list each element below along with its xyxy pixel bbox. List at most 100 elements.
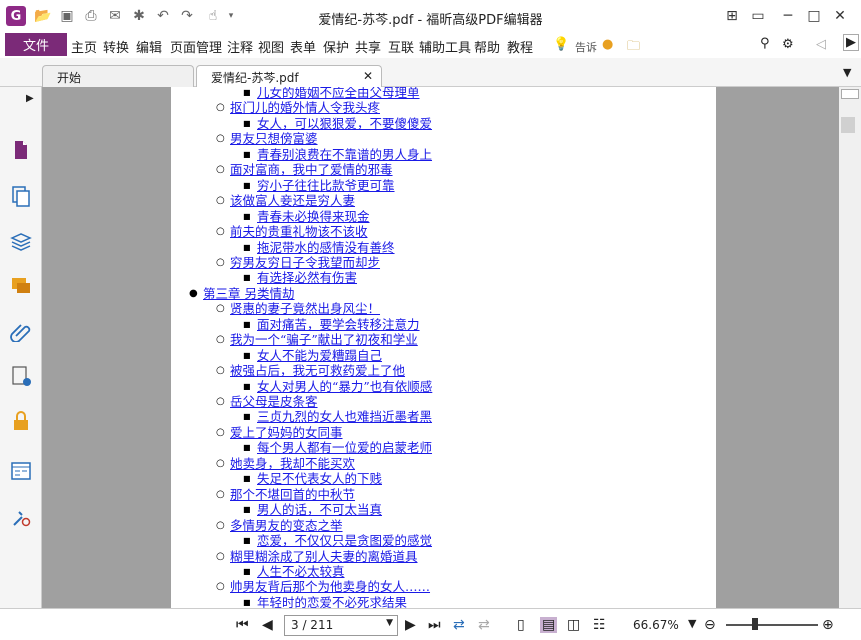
menu-share[interactable]: 共享 [355,37,381,56]
outline-link[interactable]: 多情男友的变态之举 [230,518,343,533]
outline-link[interactable]: 年轻时的恋爱不必死求结果 [257,595,407,608]
menu-comment[interactable]: 注释 [227,37,253,56]
outline-link[interactable]: 女人对男人的“暴力”也有依顺感 [257,379,432,394]
previous-view-icon[interactable]: ⇄ [453,617,465,633]
outline-link[interactable]: 有选择必然有伤害 [257,270,357,285]
maximize-icon[interactable]: □ [804,6,824,26]
menu-home[interactable]: 主页 [71,37,97,56]
search-icon[interactable]: ⚲ [760,36,770,51]
page-thumbnails-icon[interactable] [10,139,32,161]
menu-view[interactable]: 视图 [258,37,284,56]
outline-link[interactable]: 人生不必太较真 [257,564,345,579]
outline-link[interactable]: 帅男友背后那个为他卖身的女人…… [230,579,430,594]
outline-bullet: ○ [216,519,225,531]
layers-icon[interactable] [10,230,32,252]
form-fields-icon[interactable] [10,460,32,482]
vertical-scrollbar[interactable] [839,87,861,608]
lightbulb-icon[interactable]: 💡 [553,37,569,52]
page-number-field[interactable]: 3 / 211 ▼ [284,615,398,636]
outline-link[interactable]: 每个男人都有一位爱的启蒙老师 [257,440,432,455]
outline-link[interactable]: 岳父母是皮条客 [230,394,318,409]
single-page-icon[interactable]: ▯ [517,617,525,633]
feedback-icon[interactable]: ● [602,37,613,52]
menu-edit[interactable]: 编辑 [136,37,162,56]
outline-link[interactable]: 该做富人妾还是穷人妻 [230,193,355,208]
outline-link[interactable]: 面对痛苦，要学会转移注意力 [257,317,420,332]
expand-panel-icon[interactable]: ▶ [26,93,34,104]
zoom-dropdown-icon[interactable]: ▼ [688,617,696,630]
menu-bar: 文件 主页 转换 编辑 页面管理 注释 视图 表单 保护 共享 互联 辅助工具 … [0,32,861,86]
tab-list-dropdown-icon[interactable]: ▼ [843,66,851,79]
outline-link[interactable]: 三贞九烈的女人也难挡近墨者黑 [257,409,432,424]
outline-link[interactable]: 青春别浪费在不靠谱的男人身上 [257,147,432,162]
page-dropdown-icon[interactable]: ▼ [386,618,393,628]
zoom-out-icon[interactable]: ⊖ [704,617,716,633]
menu-form[interactable]: 表单 [290,37,316,56]
search-folder-icon[interactable]: 🗀 [627,37,640,59]
last-page-icon[interactable]: ⏭ [428,617,441,633]
outline-link[interactable]: 青春未必换得来现金 [257,209,370,224]
help-icon[interactable]: ▭ [748,6,768,26]
outline-link[interactable]: 她卖身，我却不能买欢 [230,456,355,471]
outline-link[interactable]: 女人，可以狠狠爱，不要傻傻爱 [257,116,432,131]
attachments-icon[interactable] [10,320,32,342]
close-tab-icon[interactable]: ✕ [363,69,373,83]
outline-link[interactable]: 穷小子往往比款爷更可靠 [257,178,395,193]
menu-accessibility[interactable]: 辅助工具 [419,37,471,56]
facing-pages-icon[interactable]: ◫ [567,617,580,633]
menu-page-manage[interactable]: 页面管理 [170,37,222,56]
restore-ribbon-icon[interactable]: ⊞ [722,6,742,26]
outline-link[interactable]: 拖泥带水的感情没有善终 [257,240,395,255]
outline-link[interactable]: 穷男友穷日子令我望而却步 [230,255,380,270]
zoom-slider[interactable] [726,624,818,626]
outline-link[interactable]: 爱上了妈妈的女同事 [230,425,343,440]
tab-start[interactable]: 开始 [42,65,194,87]
outline-link[interactable]: 失足不代表女人的下贱 [257,471,382,486]
tab-document[interactable]: 爱情纪-苏芩.pdf ✕ [196,65,382,87]
scrollbar-thumb[interactable] [841,117,855,133]
ribbon-scroll-left-icon[interactable]: ◁ [816,37,826,52]
outline-link[interactable]: 被强占后，我无可救药爱上了他 [230,363,405,378]
certificate-icon[interactable] [10,507,32,529]
comments-icon[interactable] [10,275,32,297]
ribbon-scroll-right-icon[interactable]: ▶ [843,34,859,51]
menu-connect[interactable]: 互联 [388,37,414,56]
outline-link[interactable]: 第三章 另类情劫 [203,286,294,301]
tell-me-label[interactable]: 告诉 [575,39,597,55]
continuous-page-icon[interactable]: ▤ [540,617,558,633]
zoom-slider-handle[interactable] [752,618,758,630]
outline-link[interactable]: 儿女的婚姻不应全由父母理单 [257,87,420,100]
outline-bullet: ■ [243,597,251,607]
outline-link[interactable]: 糊里糊涂成了别人夫妻的离婚道具 [230,549,418,564]
outline-link[interactable]: 抠门儿的婚外情人令我头疼 [230,100,380,115]
tab-label: 开始 [57,71,82,85]
outline-link[interactable]: 恋爱，不仅仅只是贪图爱的感觉 [257,533,432,548]
menu-convert[interactable]: 转换 [103,37,129,56]
outline-link[interactable]: 面对富商，我中了爱情的邪毒 [230,162,393,177]
menu-tutorial[interactable]: 教程 [507,37,533,56]
security-lock-icon[interactable] [10,410,32,432]
minimize-icon[interactable]: ─ [778,6,798,26]
outline-link[interactable]: 男人的话，不可太当真 [257,502,382,517]
next-view-icon[interactable]: ⇄ [478,617,490,633]
zoom-in-icon[interactable]: ⊕ [822,617,834,633]
prev-page-icon[interactable]: ◀ [262,617,273,633]
outline-link[interactable]: 那个不堪回首的中秋节 [230,487,355,502]
signatures-icon[interactable] [10,365,32,387]
outline-link[interactable]: 男友只想傍富婆 [230,131,318,146]
scroll-up-button[interactable] [841,89,859,99]
menu-help[interactable]: 帮助 [474,37,500,56]
outline-link[interactable]: 我为一个“骗子”献出了初夜和学业 [230,332,418,347]
next-page-icon[interactable]: ▶ [405,617,416,633]
close-icon[interactable]: ✕ [830,6,850,26]
outline-link[interactable]: 女人不能为爱糟蹋自己 [257,348,382,363]
outline-link[interactable]: 前夫的贵重礼物该不该收 [230,224,368,239]
pages-icon[interactable] [10,185,32,207]
menu-protect[interactable]: 保护 [323,37,349,56]
first-page-icon[interactable]: ⏮ [236,617,249,633]
continuous-facing-icon[interactable]: ☷ [593,617,606,633]
file-menu[interactable]: 文件 [5,33,67,56]
outline-link[interactable]: 贤惠的妻子竟然出身风尘！ [230,301,380,316]
settings-icon[interactable]: ⚙ [782,37,794,52]
zoom-level[interactable]: 66.67% [633,618,679,632]
